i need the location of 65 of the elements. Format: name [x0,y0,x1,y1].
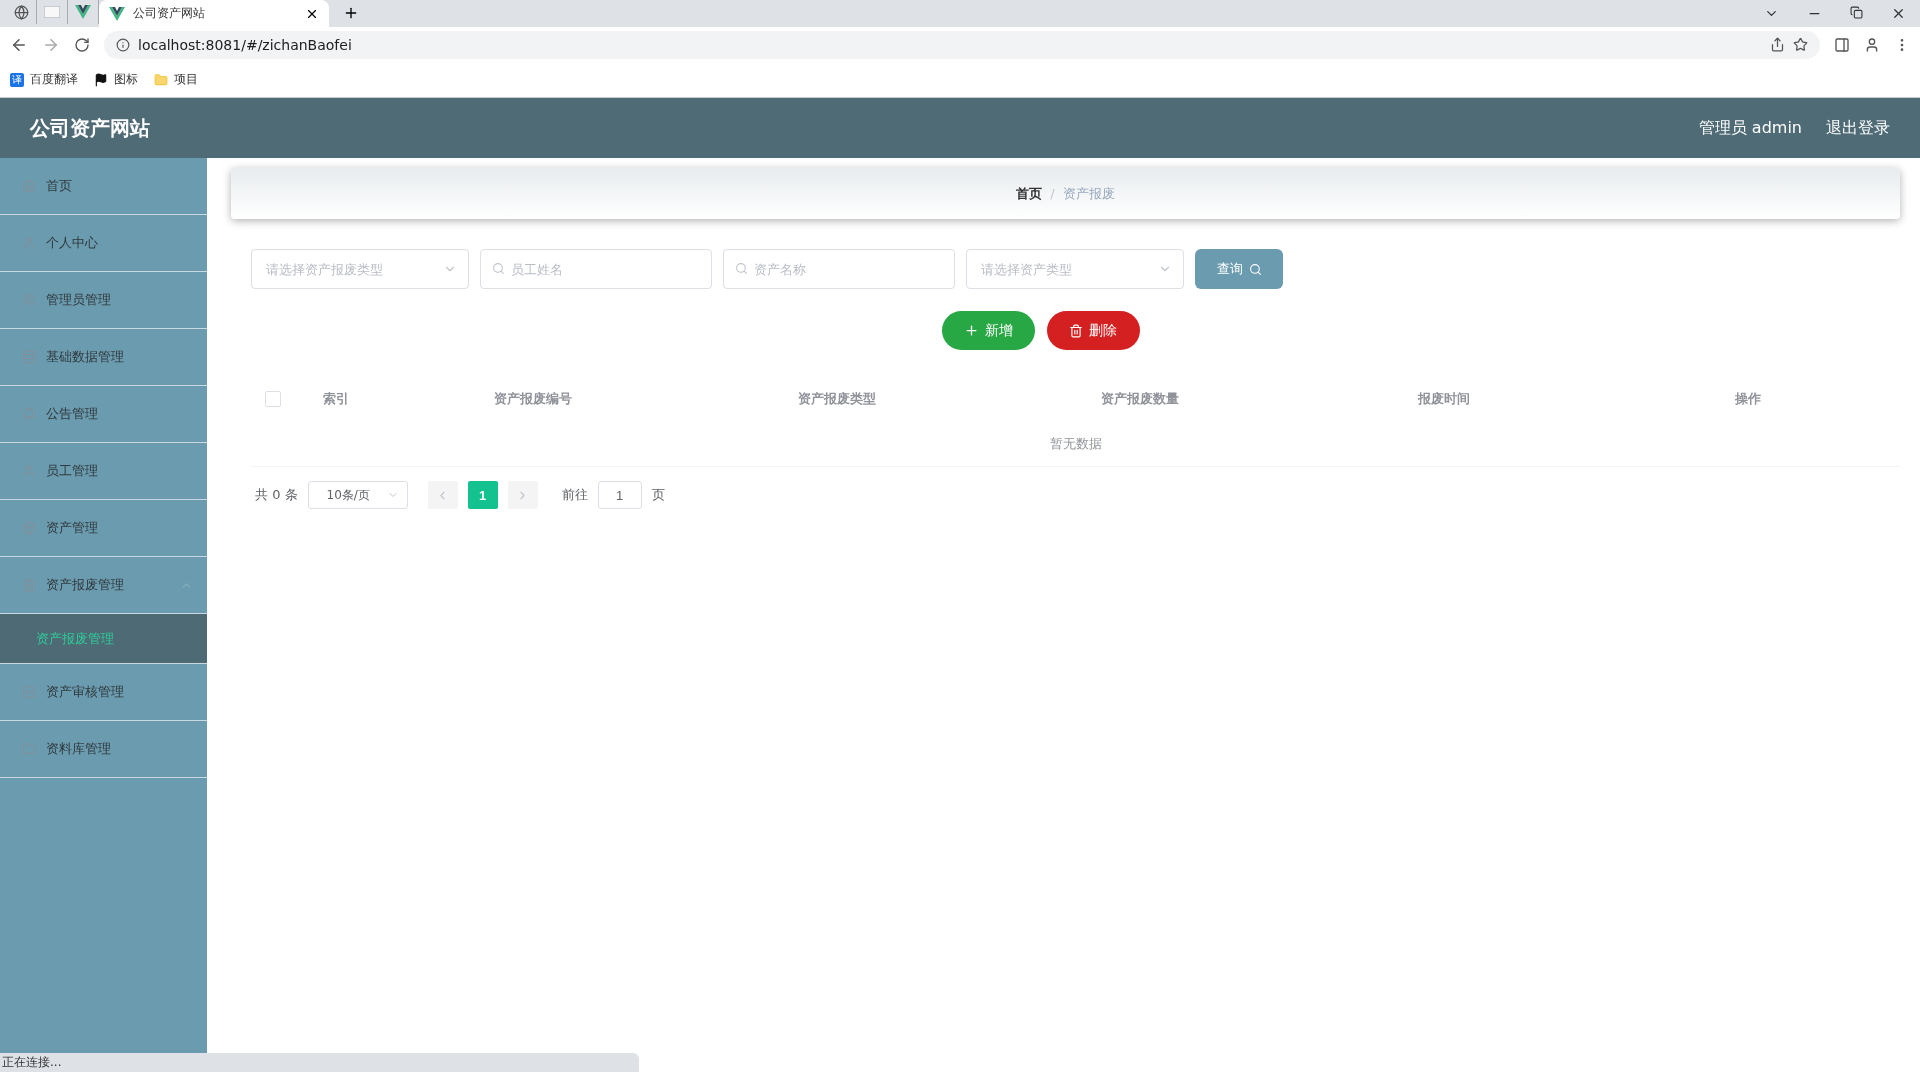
site-title: 公司资产网站 [30,114,150,142]
query-button[interactable]: 查询 [1195,249,1283,289]
select-field[interactable]: 请选择资产报废类型 [251,249,469,289]
column-header: 资产报废类型 [796,389,877,408]
menu-item[interactable]: 管理员管理 [0,272,207,329]
bookmark-link[interactable]: 项目 [174,71,198,88]
search-icon [735,262,748,275]
translate-icon: 译 [10,72,24,87]
status-bar: 正在连接... [0,1053,639,1072]
v-logo-icon [109,6,125,21]
menu-item[interactable]: 公告管理 [0,386,207,443]
globe-icon [13,4,29,20]
column-header: 报废时间 [1416,389,1472,408]
column-header: 操作 [1734,389,1763,408]
restore-icon[interactable] [1850,6,1863,19]
user-label: 管理员 admin [1698,117,1802,139]
breadcrumb-item: 资产报废 [1062,184,1115,203]
bookmark-star-icon[interactable] [1793,37,1808,52]
menu-item[interactable]: 资产管理 [0,500,207,557]
column-header: 资产报废数量 [1100,389,1181,408]
new-tab-icon[interactable] [343,5,359,21]
page-suffix: 页 [651,486,665,504]
blank-page-icon [44,6,60,18]
checkbox[interactable] [265,390,281,407]
goto-label: 前往 [561,486,588,504]
address-bar[interactable]: localhost:8081/#/zichanBaofei [104,30,1820,59]
page-number[interactable]: 1 [467,481,498,509]
flag-icon [94,72,108,87]
reload-icon[interactable] [74,36,90,53]
menu-item[interactable]: 首页 [0,158,207,215]
delete-button[interactable]: 删除 [1046,311,1140,350]
total-count: 共 0 条 [255,486,298,504]
breadcrumb-separator: / [1050,186,1055,201]
search-icon [492,262,505,275]
breadcrumb-item[interactable]: 首页 [1016,184,1043,203]
menu-item[interactable]: 资产审核管理 [0,664,207,721]
bookmark-link[interactable]: 百度翻译 [30,71,78,88]
bookmark-link[interactable]: 图标 [114,71,138,88]
column-header: 资产报废编号 [492,389,573,408]
empty-message: 暂无数据 [1049,434,1102,453]
menu-item[interactable]: 基础数据管理 [0,329,207,386]
browser-tab[interactable]: 公司资产网站 [99,0,329,27]
menu-item[interactable]: 个人中心 [0,215,207,272]
url-text: localhost:8081/#/zichanBaofei [138,36,353,53]
info-icon [116,37,130,52]
share-icon[interactable] [1770,37,1785,52]
menu-item[interactable]: 员工管理 [0,443,207,500]
page-input[interactable]: 1 [597,481,642,509]
close-icon[interactable] [1891,6,1906,21]
page-size-select[interactable]: 10条/页 [307,481,408,509]
v-logo-icon [75,5,91,19]
profile-icon[interactable] [1864,36,1880,53]
column-header: 索引 [322,389,350,408]
search-field[interactable]: 资产名称 [723,249,955,289]
trash-icon [1069,323,1083,338]
search-field[interactable]: 员工姓名 [480,249,712,289]
search-icon [1248,262,1262,276]
plus-icon [963,323,979,338]
submenu-item[interactable]: 资产报废管理 [0,614,207,664]
add-button[interactable]: 新增 [941,311,1035,350]
side-panel-icon[interactable] [1834,36,1850,53]
folder-icon [154,72,168,87]
select-field[interactable]: 请选择资产类型 [966,249,1184,289]
menu-item[interactable]: 资料库管理 [0,721,207,778]
logout-link[interactable]: 退出登录 [1826,117,1890,139]
